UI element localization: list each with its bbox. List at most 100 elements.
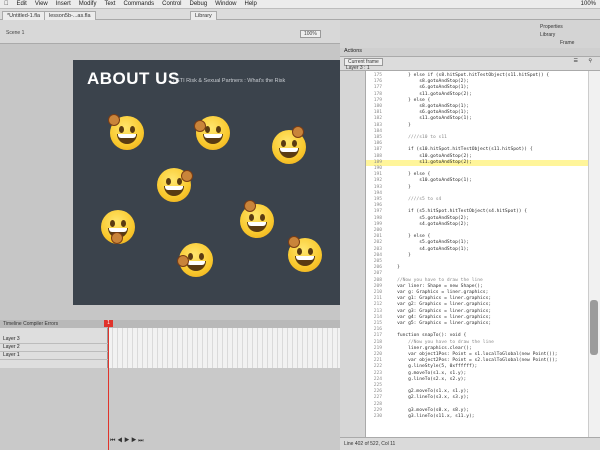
- emoji-symbol[interactable]: [108, 114, 144, 150]
- code-text: g3.lineTo(s11.x, s11.y);: [386, 414, 475, 419]
- hitspot-icon: [292, 126, 304, 138]
- menu-edit[interactable]: Edit: [17, 1, 27, 7]
- hitspot-icon: [194, 120, 206, 132]
- prev-frame-icon[interactable]: ◀: [117, 438, 122, 444]
- code-text: if (s5.hitSpot.hitTestObject(s4.hitSpot)…: [386, 209, 528, 215]
- menu-modify[interactable]: Modify: [79, 1, 97, 7]
- code-text: s10.gotoAndStop(2);: [386, 153, 472, 159]
- code-text: var g3: Graphics = liner.graphics;: [386, 308, 492, 314]
- code-text: g.moveTo(s1.x, s1.y);: [386, 370, 467, 376]
- code-text: s8.gotoAndStop(1);: [386, 104, 469, 109]
- emoji-symbol[interactable]: [288, 236, 322, 272]
- emoji-symbol[interactable]: [194, 116, 230, 150]
- code-text: var g4: Graphics = liner.graphics;: [386, 314, 492, 320]
- code-text: liner.graphics.clear();: [386, 345, 472, 351]
- hitspot-icon: [108, 114, 120, 126]
- code-text: }: [386, 252, 411, 258]
- emoji-symbol[interactable]: [101, 210, 135, 244]
- code-text: ////s5 to s4: [386, 197, 442, 202]
- layer-row[interactable]: Layer 2: [0, 344, 108, 352]
- menu-window[interactable]: Window: [215, 1, 236, 7]
- menu-help[interactable]: Help: [245, 1, 257, 7]
- cursor-position: Line 402 of 522, Col 11: [344, 441, 396, 447]
- tab-lesson[interactable]: lesson5b-...as.fla: [44, 11, 96, 20]
- menu-control[interactable]: Control: [162, 1, 181, 7]
- code-text: var object2Pos: Point = s2.localToGlobal…: [386, 358, 558, 364]
- code-text: } else if (s8.hitSpot.hitTestObject(s11.…: [386, 73, 550, 78]
- line-number: 230: [373, 414, 382, 419]
- menu-insert[interactable]: Insert: [56, 1, 71, 7]
- frame-label: Frame: [560, 40, 575, 46]
- timeline-header: Timeline Compiler Errors: [0, 320, 340, 328]
- code-text: } else {: [386, 97, 431, 103]
- code-text: s4.gotoAndStop(1);: [386, 246, 469, 252]
- properties-strip: Properties Library Frame: [340, 20, 600, 50]
- canvas-title: ABOUT US: [87, 69, 180, 88]
- search-icon[interactable]: ⚲: [588, 58, 592, 64]
- code-text: s8.gotoAndStop(2);: [386, 79, 469, 85]
- menu-text[interactable]: Text: [104, 1, 115, 7]
- code-text: s11.gotoAndStop(1);: [386, 116, 472, 122]
- zoom-select[interactable]: 100%: [300, 30, 321, 38]
- menu-commands[interactable]: Commands: [123, 1, 154, 7]
- stage-toolbar: Scene 1 100%: [0, 20, 340, 44]
- code-scrollbar[interactable]: [588, 71, 600, 437]
- menu-view[interactable]: View: [35, 1, 48, 7]
- scroll-thumb[interactable]: [590, 300, 598, 355]
- tab-library[interactable]: Library: [190, 11, 217, 20]
- code-text: var g5: Graphics = liner.graphics;: [386, 321, 492, 326]
- code-text: } else {: [386, 172, 431, 178]
- scene-label[interactable]: Scene 1: [6, 30, 24, 36]
- code-text: s4.gotoAndStop(2);: [386, 221, 469, 227]
- code-editor[interactable]: 175 } else if (s8.hitSpot.hitTestObject(…: [366, 71, 588, 437]
- document-tab-bar: *Untitled-1.fla lesson5b-...as.fla Libra…: [0, 9, 600, 20]
- code-text: s5.gotoAndStop(2);: [386, 215, 469, 221]
- code-text: } else {: [386, 234, 431, 240]
- emoji-symbol[interactable]: [272, 126, 306, 164]
- code-text: var object1Pos: Point = s1.localToGlobal…: [386, 352, 558, 357]
- menu-debug[interactable]: Debug: [189, 1, 207, 7]
- library-tab[interactable]: Library: [540, 32, 555, 38]
- actions-title-bar: Actions: [340, 48, 600, 57]
- menu-bar:  Edit View Insert Modify Text Commands …: [0, 0, 600, 9]
- hitspot-icon: [177, 255, 189, 267]
- code-text: var liner: Shape = new Shape();: [386, 283, 483, 289]
- code-text: s5.gotoAndStop(1);: [386, 240, 469, 246]
- playhead[interactable]: [108, 325, 109, 450]
- emoji-symbol[interactable]: [157, 168, 193, 202]
- layer-row[interactable]: Layer 3: [0, 336, 108, 344]
- code-snippets-icon[interactable]: ☰: [574, 58, 578, 64]
- code-text: //Now you have to draw the line: [386, 277, 483, 283]
- apple-icon[interactable]: : [4, 1, 9, 7]
- battery-level: 100%: [580, 1, 596, 7]
- script-navigator[interactable]: [340, 71, 366, 437]
- code-line[interactable]: 230 g3.lineTo(s11.x, s11.y);: [366, 414, 588, 421]
- last-frame-icon[interactable]: ⏭: [138, 438, 143, 444]
- hitspot-icon: [288, 236, 300, 248]
- code-text: s11.gotoAndStop(2);: [386, 91, 472, 97]
- first-frame-icon[interactable]: ⏮: [110, 438, 115, 444]
- play-icon[interactable]: ▶: [124, 438, 129, 444]
- code-text: g.lineStyle(5, 0xffffff);: [386, 364, 478, 370]
- timeline-tabs[interactable]: Timeline Compiler Errors: [3, 321, 58, 327]
- emoji-symbol[interactable]: [240, 200, 274, 238]
- emoji-symbol[interactable]: [177, 243, 213, 277]
- hitspot-icon: [111, 232, 123, 244]
- layer-row[interactable]: Layer 1: [0, 352, 108, 360]
- code-text: s6.gotoAndStop(1);: [386, 110, 469, 116]
- tab-untitled[interactable]: *Untitled-1.fla: [2, 11, 46, 20]
- code-text: ////s10 to s11: [386, 135, 447, 140]
- actions-tab-bar: Current frame Layer 3 : 1 ☰ ⚲: [340, 57, 600, 71]
- code-text: g2.moveTo(s1.x, s1.y);: [386, 389, 469, 395]
- code-text: }: [386, 184, 411, 190]
- next-frame-icon[interactable]: ▶: [131, 438, 136, 444]
- current-frame-marker[interactable]: 1: [104, 320, 113, 327]
- layer-list: Layer 3 Layer 2 Layer 1: [0, 328, 108, 368]
- code-text: }: [386, 265, 400, 271]
- code-text: var g: Graphics = liner.graphics;: [386, 290, 489, 295]
- playback-controls: ⏮ ◀ ▶ ▶ ⏭: [110, 438, 144, 445]
- frame-grid[interactable]: [108, 328, 340, 368]
- hitspot-icon: [181, 170, 193, 182]
- menubar-status: 100%: [573, 1, 596, 7]
- properties-tab[interactable]: Properties: [540, 24, 563, 30]
